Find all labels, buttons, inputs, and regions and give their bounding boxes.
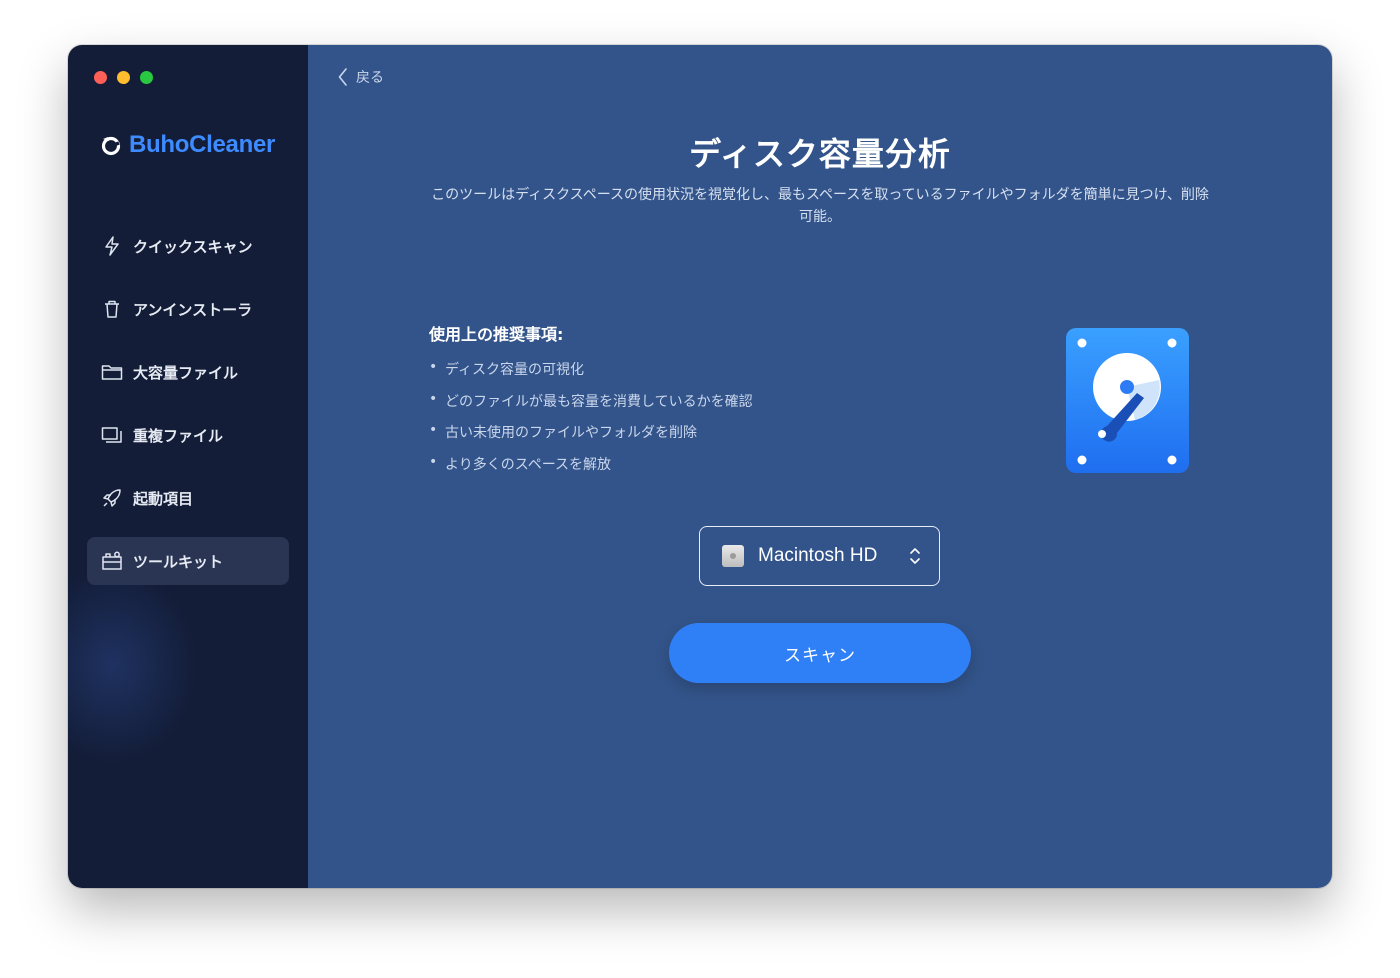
sidebar-item-uninstaller[interactable]: アンインストーラ xyxy=(87,285,289,333)
hard-disk-icon xyxy=(1066,328,1189,473)
page-description: このツールはディスクスペースの使用状況を視覚化し、最もスペースを取っているファイ… xyxy=(431,187,1209,225)
sidebar-item-quick-scan[interactable]: クイックスキャン xyxy=(87,222,289,270)
list-item: • ディスク容量の可視化 xyxy=(429,359,585,378)
list-item: • どのファイルが最も容量を消費しているかを確認 xyxy=(429,390,753,410)
folder-icon xyxy=(101,361,123,383)
disk-select[interactable]: Macintosh HD xyxy=(699,526,940,586)
app-logo: BuhoCleaner xyxy=(100,131,275,159)
page-title: ディスク容量分析 xyxy=(689,135,951,173)
list-item: • 古い未使用のファイルやフォルダを削除 xyxy=(429,422,697,441)
sidebar-item-label: 起動項目 xyxy=(133,489,194,508)
sidebar-item-label: 重複ファイル xyxy=(133,426,224,445)
chevron-up-down-icon xyxy=(910,548,920,564)
main-panel: 戻る ディスク容量分析 このツールはディスクスペースの使用状況を視覚化し、最もス… xyxy=(308,45,1332,888)
sidebar-item-label: 大容量ファイル xyxy=(133,363,239,382)
rocket-icon xyxy=(101,487,123,509)
list-item: • より多くのスペースを解放 xyxy=(429,453,612,473)
recommendations-heading: 使用上の推奨事項: xyxy=(429,325,564,344)
sidebar-item-login-items[interactable]: 起動項目 xyxy=(87,474,289,522)
sidebar-nav: クイックスキャン アンインストーラ 大容量ファイル 重複ファイル 起動項目 ツー… xyxy=(87,222,289,600)
duplicate-icon xyxy=(101,424,123,446)
close-window-button[interactable] xyxy=(94,71,107,84)
app-window: BuhoCleaner クイックスキャン アンインストーラ 大容量ファイル 重複… xyxy=(68,45,1332,888)
sidebar-item-label: アンインストーラ xyxy=(133,300,253,319)
hard-drive-icon xyxy=(722,545,744,567)
scan-button-label: スキャン xyxy=(784,645,856,666)
lightning-icon xyxy=(101,235,123,257)
sidebar: BuhoCleaner クイックスキャン アンインストーラ 大容量ファイル 重複… xyxy=(68,45,308,888)
zoom-window-button[interactable] xyxy=(140,71,153,84)
window-controls xyxy=(94,71,153,84)
toolkit-icon xyxy=(101,550,123,572)
trash-icon xyxy=(101,298,123,320)
buho-logo-icon xyxy=(101,136,121,156)
sidebar-item-large-files[interactable]: 大容量ファイル xyxy=(87,348,289,396)
back-button[interactable]: 戻る xyxy=(338,67,384,87)
back-label: 戻る xyxy=(356,70,384,86)
disk-select-value: Macintosh HD xyxy=(758,545,878,566)
sidebar-item-label: ツールキット xyxy=(133,552,224,571)
sidebar-item-toolkit[interactable]: ツールキット xyxy=(87,537,289,585)
recommendations: 使用上の推奨事項: • ディスク容量の可視化 • どのファイルが最も容量を消費してい… xyxy=(429,321,1029,485)
chevron-left-icon xyxy=(338,68,347,86)
scan-button[interactable]: スキャン xyxy=(669,623,971,683)
sidebar-item-label: クイックスキャン xyxy=(133,237,253,256)
app-name: BuhoCleaner xyxy=(129,131,276,158)
recommendations-list: • ディスク容量の可視化 • どのファイルが最も容量を消費しているかを確認 • 古い未… xyxy=(429,359,1029,485)
minimize-window-button[interactable] xyxy=(117,71,130,84)
sidebar-item-duplicates[interactable]: 重複ファイル xyxy=(87,411,289,459)
